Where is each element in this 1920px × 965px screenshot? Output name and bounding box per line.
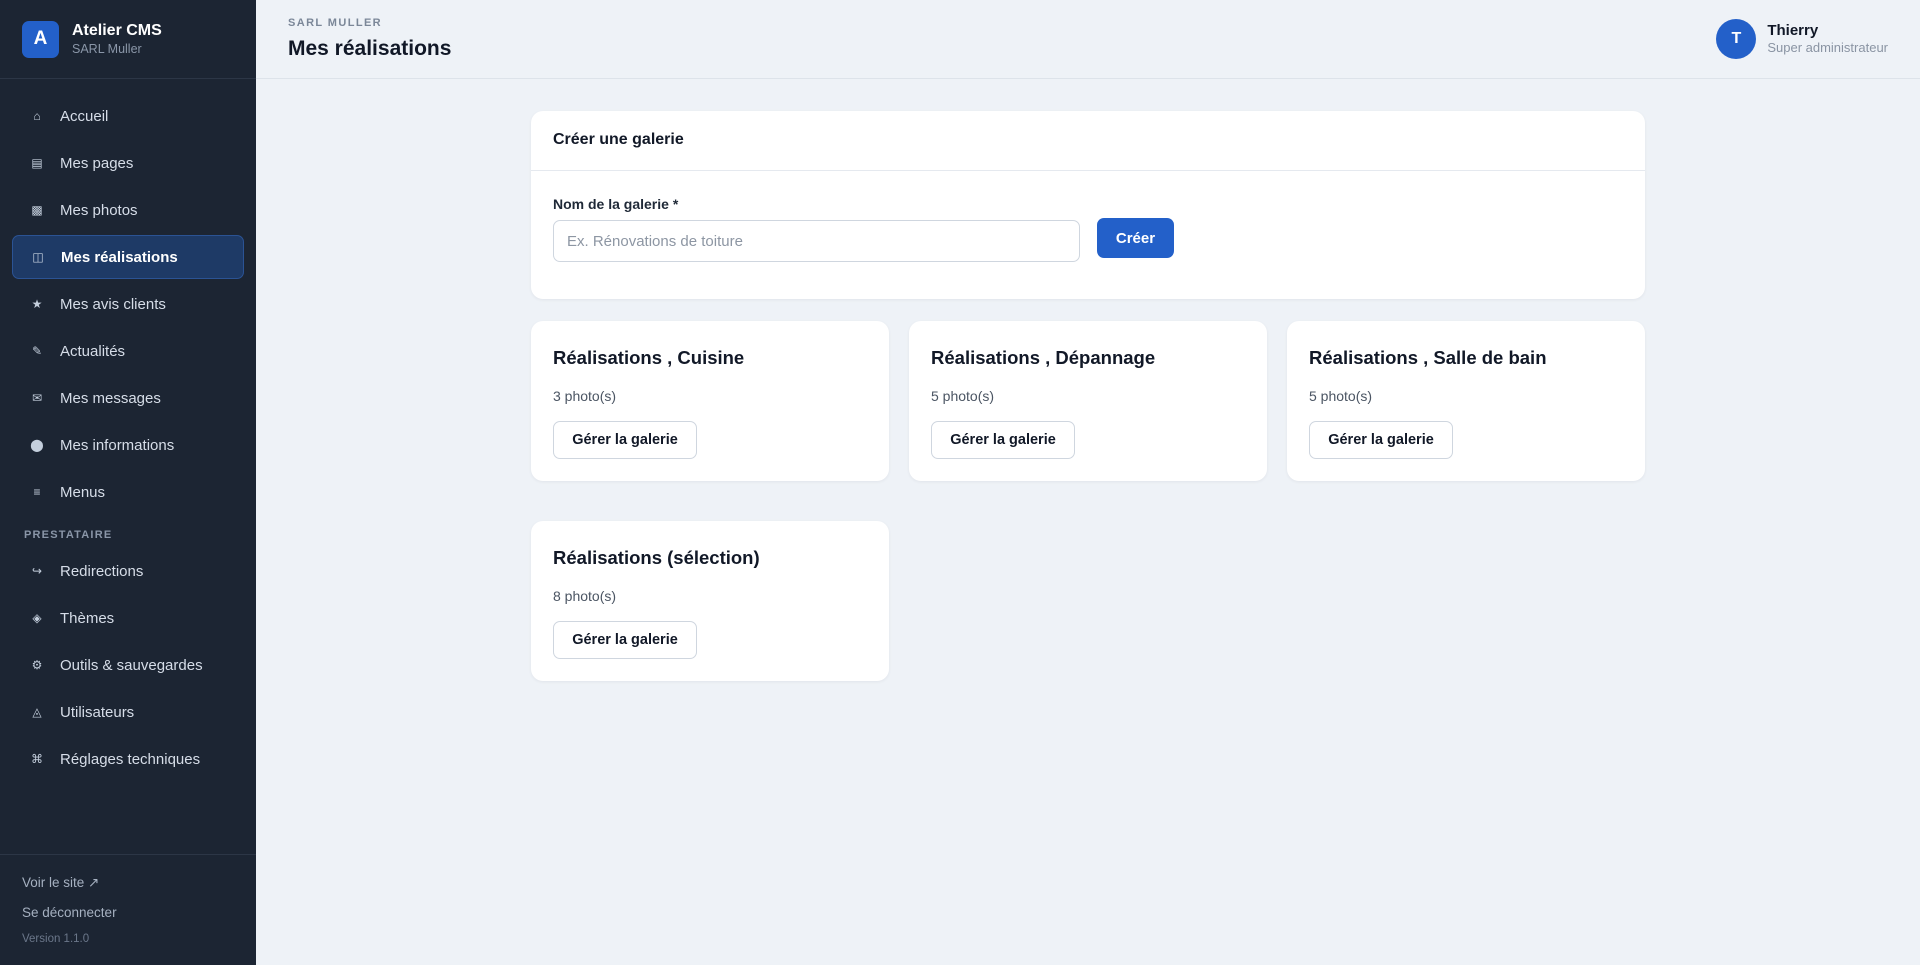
star-icon: ★ bbox=[31, 297, 43, 311]
sidebar-section-label: PRESTATAIRE bbox=[24, 529, 113, 541]
redirect-icon: ↪ bbox=[31, 564, 43, 578]
photos-icon: ▩ bbox=[31, 203, 43, 217]
sidebar-footer: Voir le site ↗ Se déconnecter Version 1.… bbox=[0, 854, 256, 965]
sidebar-item-label: Mes photos bbox=[60, 201, 138, 219]
sidebar-item-reglages-techniques[interactable]: ⌘ Réglages techniques bbox=[12, 737, 244, 781]
sidebar-item-label: Mes informations bbox=[60, 436, 175, 454]
menu-icon: ≡ bbox=[33, 485, 41, 499]
gallery-title: Réalisations , Cuisine bbox=[553, 347, 745, 368]
sidebar-item-mes-avis-clients[interactable]: ★ Mes avis clients bbox=[12, 282, 244, 326]
info-icon: ⬤ bbox=[30, 438, 44, 452]
create-gallery-title: Créer une galerie bbox=[531, 111, 1645, 171]
sidebar-item-mes-messages[interactable]: ✉ Mes messages bbox=[12, 376, 244, 420]
gallery-photo-count: 8 photo(s) bbox=[553, 588, 617, 604]
sidebar-nav: ⌂ Accueil ▤ Mes pages ▩ Mes photos ◫ Mes… bbox=[0, 79, 256, 781]
manage-gallery-button[interactable]: Gérer la galerie bbox=[553, 621, 697, 659]
pages-icon: ▤ bbox=[31, 156, 43, 170]
theme-icon: ◈ bbox=[32, 611, 42, 625]
mail-icon: ✉ bbox=[31, 391, 43, 405]
sidebar-item-label: Mes avis clients bbox=[60, 295, 166, 313]
sidebar-item-label: Thèmes bbox=[60, 609, 115, 627]
view-site-link[interactable]: Voir le site ↗ bbox=[22, 875, 256, 905]
brand-name: Atelier CMS bbox=[72, 21, 162, 39]
gallery-icon: ◫ bbox=[32, 250, 44, 264]
create-button[interactable]: Créer bbox=[1097, 218, 1174, 258]
manage-gallery-button[interactable]: Gérer la galerie bbox=[1309, 421, 1453, 459]
gallery-card: Réalisations (sélection) 8 photo(s) Gére… bbox=[531, 521, 889, 681]
sidebar-item-label: Outils & sauvegardes bbox=[60, 656, 203, 674]
pencil-icon: ✎ bbox=[31, 344, 43, 358]
gallery-card: Réalisations , Salle de bain 5 photo(s) … bbox=[1287, 321, 1645, 481]
gallery-title: Réalisations (sélection) bbox=[553, 547, 760, 568]
sidebar-item-redirections[interactable]: ↪ Redirections bbox=[12, 549, 244, 593]
gallery-photo-count: 5 photo(s) bbox=[1309, 388, 1373, 404]
gallery-photo-count: 3 photo(s) bbox=[553, 388, 617, 404]
sidebar-item-utilisateurs[interactable]: ◬ Utilisateurs bbox=[12, 690, 244, 734]
brand-logo: A bbox=[22, 20, 59, 58]
logout-link[interactable]: Se déconnecter bbox=[22, 905, 256, 935]
sidebar-item-label: Mes réalisations bbox=[61, 248, 178, 266]
sidebar-item-mes-photos[interactable]: ▩ Mes photos bbox=[12, 188, 244, 232]
sidebar-item-label: Réglages techniques bbox=[60, 750, 201, 768]
gallery-name-input[interactable] bbox=[553, 220, 1080, 262]
sidebar-item-label: Accueil bbox=[60, 107, 109, 125]
sidebar-item-label: Actualités bbox=[60, 342, 126, 360]
sidebar-item-themes[interactable]: ◈ Thèmes bbox=[12, 596, 244, 640]
gallery-card: Réalisations , Cuisine 3 photo(s) Gérer … bbox=[531, 321, 889, 481]
version-label: Version 1.1.0 bbox=[22, 933, 90, 945]
sidebar: A Atelier CMS SARL Muller ⌂ Accueil ▤ Me… bbox=[0, 0, 256, 965]
sidebar-item-label: Mes messages bbox=[60, 389, 161, 407]
gallery-title: Réalisations , Salle de bain bbox=[1309, 347, 1547, 368]
sidebar-item-outils-sauvegardes[interactable]: ⚙ Outils & sauvegardes bbox=[12, 643, 244, 687]
sidebar-item-mes-informations[interactable]: ⬤ Mes informations bbox=[12, 423, 244, 467]
user-menu[interactable]: T Thierry Super administrateur bbox=[1716, 19, 1888, 59]
brand-subtitle: SARL Muller bbox=[72, 42, 142, 57]
gallery-card: Réalisations , Dépannage 5 photo(s) Gére… bbox=[909, 321, 1267, 481]
user-name: Thierry bbox=[1767, 21, 1819, 39]
brand: A Atelier CMS SARL Muller bbox=[0, 0, 256, 79]
home-icon: ⌂ bbox=[33, 109, 41, 123]
sidebar-item-mes-pages[interactable]: ▤ Mes pages bbox=[12, 141, 244, 185]
sidebar-item-label: Menus bbox=[60, 483, 106, 501]
gallery-photo-count: 5 photo(s) bbox=[931, 388, 995, 404]
user-role: Super administrateur bbox=[1767, 40, 1888, 56]
breadcrumb: SARL MULLER bbox=[288, 17, 383, 29]
sidebar-item-label: Redirections bbox=[60, 562, 144, 580]
command-icon: ⌘ bbox=[31, 752, 43, 766]
sidebar-item-mes-realisations[interactable]: ◫ Mes réalisations bbox=[12, 235, 244, 279]
create-gallery-card: Créer une galerie Nom de la galerie * Cr… bbox=[531, 111, 1645, 299]
sidebar-item-menus[interactable]: ≡ Menus bbox=[12, 470, 244, 514]
manage-gallery-button[interactable]: Gérer la galerie bbox=[553, 421, 697, 459]
sidebar-item-label: Utilisateurs bbox=[60, 703, 135, 721]
top-header: SARL MULLER Mes réalisations T Thierry S… bbox=[256, 0, 1920, 79]
users-icon: ◬ bbox=[32, 705, 42, 719]
gallery-name-label: Nom de la galerie * bbox=[553, 196, 679, 212]
manage-gallery-button[interactable]: Gérer la galerie bbox=[931, 421, 1075, 459]
tools-icon: ⚙ bbox=[31, 658, 43, 672]
sidebar-item-accueil[interactable]: ⌂ Accueil bbox=[12, 94, 244, 138]
sidebar-item-label: Mes pages bbox=[60, 154, 134, 172]
page-title: Mes réalisations bbox=[288, 37, 452, 60]
gallery-title: Réalisations , Dépannage bbox=[931, 347, 1156, 368]
avatar[interactable]: T bbox=[1716, 19, 1757, 59]
sidebar-item-actualites[interactable]: ✎ Actualités bbox=[12, 329, 244, 373]
